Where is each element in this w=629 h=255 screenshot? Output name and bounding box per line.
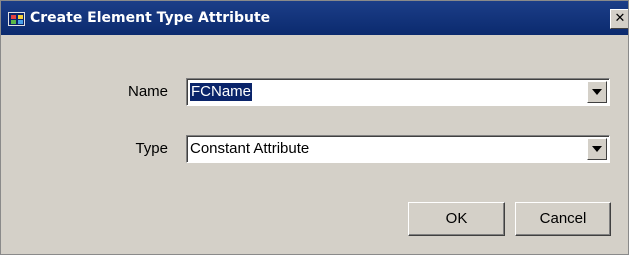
title-bar[interactable]: Create Element Type Attribute ✕ [1,1,628,35]
type-dropdown-button[interactable] [587,138,607,160]
ok-button[interactable]: OK [408,202,505,236]
name-input-value[interactable]: FCName [190,83,253,101]
name-combobox[interactable]: FCName [186,78,610,106]
type-selected-value: Constant Attribute [190,140,310,157]
cancel-button[interactable]: Cancel [515,202,611,236]
name-dropdown-button[interactable] [587,81,607,103]
close-icon: ✕ [614,11,626,26]
type-combobox[interactable]: Constant Attribute [186,135,610,163]
chevron-down-icon [592,89,602,95]
name-label: Name [127,83,168,100]
close-button[interactable]: ✕ [610,9,628,29]
dialog-title: Create Element Type Attribute [30,10,271,26]
chevron-down-icon [592,146,602,152]
app-window-icon [8,12,25,26]
type-label: Type [135,140,168,157]
dialog-window: Create Element Type Attribute ✕ Name FCN… [0,0,629,255]
